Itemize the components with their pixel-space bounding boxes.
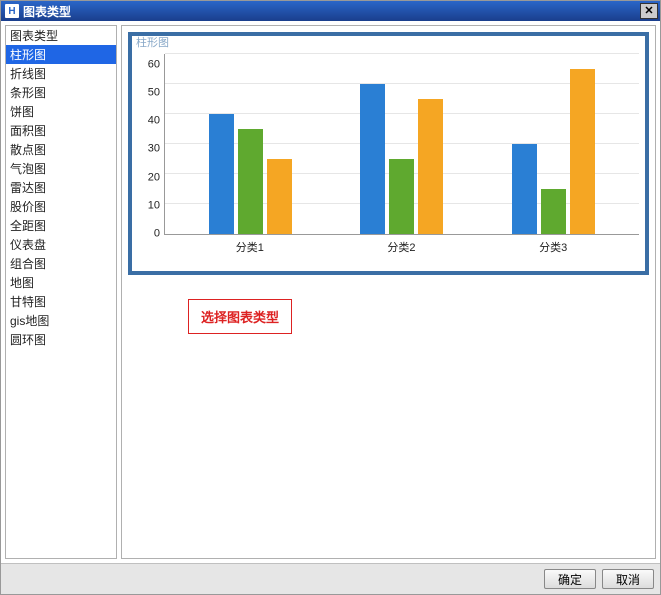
sidebar-item[interactable]: 组合图: [6, 254, 116, 273]
bar: [209, 114, 234, 234]
y-tick: 0: [138, 228, 164, 239]
sidebar-item[interactable]: 柱形图: [6, 45, 116, 64]
bar-group: [360, 54, 443, 234]
x-label: 分类1: [205, 239, 295, 255]
sidebar-item[interactable]: 折线图: [6, 64, 116, 83]
cancel-button[interactable]: 取消: [602, 569, 654, 589]
bar: [570, 69, 595, 234]
x-label: 分类2: [356, 239, 446, 255]
chart-type-list: 图表类型 柱形图折线图条形图饼图面积图散点图气泡图雷达图股价图全距图仪表盘组合图…: [5, 25, 117, 559]
dialog-window: H 图表类型 ✕ 图表类型 柱形图折线图条形图饼图面积图散点图气泡图雷达图股价图…: [0, 0, 661, 595]
dialog-footer: 确定 取消: [1, 563, 660, 594]
sidebar-item[interactable]: 饼图: [6, 102, 116, 121]
sidebar-item[interactable]: 圆环图: [6, 330, 116, 349]
bar: [512, 144, 537, 234]
bar: [389, 159, 414, 234]
sidebar-item[interactable]: 气泡图: [6, 159, 116, 178]
window-title: 图表类型: [23, 3, 640, 20]
sidebar-item[interactable]: 条形图: [6, 83, 116, 102]
sidebar-item[interactable]: 散点图: [6, 140, 116, 159]
bar: [418, 99, 443, 234]
y-tick: 50: [138, 88, 164, 99]
sidebar-item[interactable]: 雷达图: [6, 178, 116, 197]
bar: [238, 129, 263, 234]
sidebar-item[interactable]: 仪表盘: [6, 235, 116, 254]
sidebar-item[interactable]: 地图: [6, 273, 116, 292]
bar-group: [512, 54, 595, 234]
y-tick: 40: [138, 116, 164, 127]
preview-panel: 柱形图 60 50 40 30 20 10 0 分类1 分类2 分类3 选择图表类型: [121, 25, 656, 559]
sidebar-item[interactable]: 全距图: [6, 216, 116, 235]
sidebar-item[interactable]: 面积图: [6, 121, 116, 140]
x-label: 分类3: [508, 239, 598, 255]
bar: [541, 189, 566, 234]
close-icon[interactable]: ✕: [640, 3, 658, 19]
bar: [360, 84, 385, 234]
y-tick: 10: [138, 200, 164, 211]
chart-y-axis: 6050403020100: [138, 54, 164, 234]
ok-button[interactable]: 确定: [544, 569, 596, 589]
sidebar-header: 图表类型: [6, 26, 116, 45]
chart-x-axis: 分类1 分类2 分类3: [164, 235, 639, 255]
chart-preview-label: 柱形图: [132, 34, 645, 50]
sidebar-item[interactable]: 甘特图: [6, 292, 116, 311]
app-icon: H: [5, 4, 19, 18]
bar: [267, 159, 292, 234]
y-tick: 20: [138, 172, 164, 183]
content-area: 图表类型 柱形图折线图条形图饼图面积图散点图气泡图雷达图股价图全距图仪表盘组合图…: [1, 21, 660, 563]
sidebar-item[interactable]: 股价图: [6, 197, 116, 216]
y-tick: 60: [138, 60, 164, 71]
sidebar-item[interactable]: gis地图: [6, 311, 116, 330]
bar-group: [209, 54, 292, 234]
chart-plot: [164, 54, 639, 235]
chart-preview: 柱形图 60 50 40 30 20 10 0 分类1 分类2 分类3: [128, 32, 649, 275]
titlebar: H 图表类型 ✕: [1, 1, 660, 21]
y-tick: 30: [138, 144, 164, 155]
instruction-callout: 选择图表类型: [188, 299, 292, 334]
